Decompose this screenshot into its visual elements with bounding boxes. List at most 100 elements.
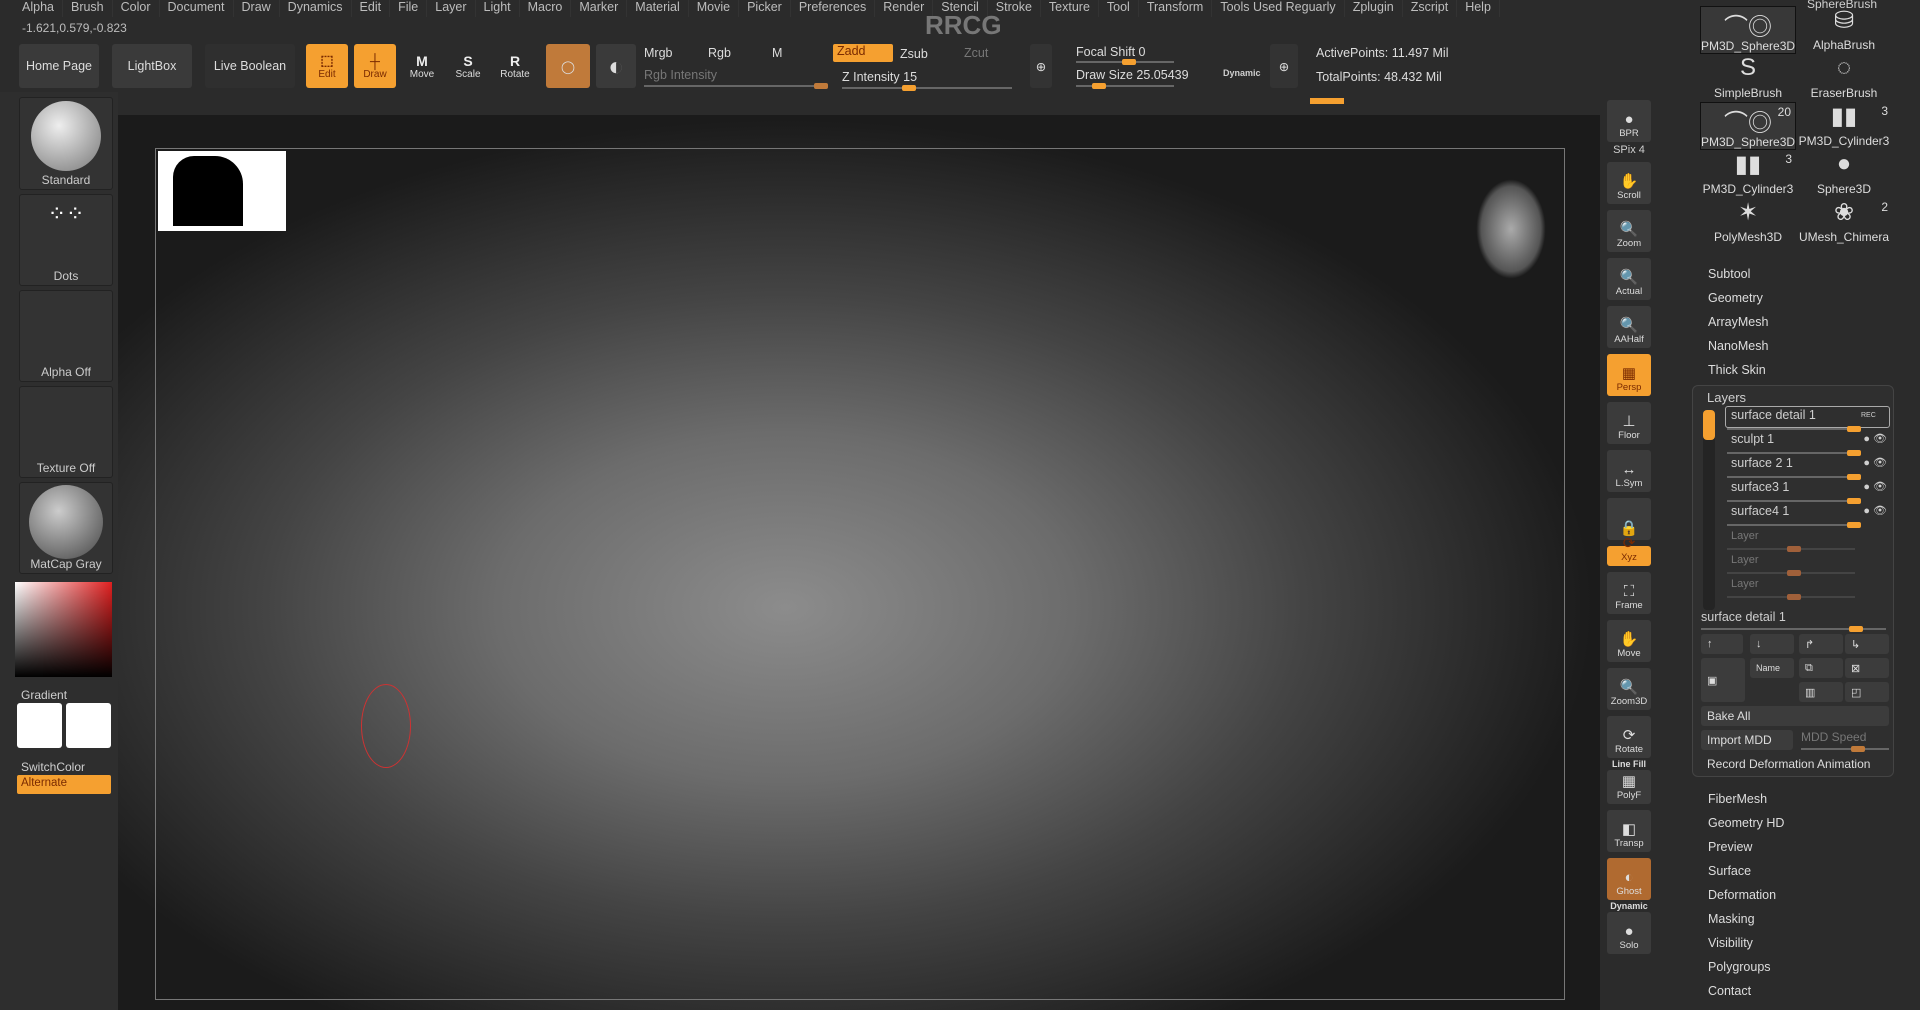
layers-scrollbar[interactable]: [1703, 410, 1715, 610]
rt-ghost-button[interactable]: ◐ Ghost: [1607, 858, 1651, 900]
menu-preferences[interactable]: Preferences: [791, 0, 876, 17]
layer-item[interactable]: surface4 1 ● 👁: [1727, 504, 1887, 528]
tool-thumbnail[interactable]: ● Sphere3D: [1796, 150, 1892, 198]
menu-geometry-hd[interactable]: Geometry HD: [1708, 816, 1784, 830]
move-button[interactable]: M Move: [402, 44, 442, 88]
eye-icon[interactable]: ● 👁: [1863, 456, 1887, 469]
orientation-head-icon[interactable]: [1476, 179, 1546, 279]
menu-polygroups[interactable]: Polygroups: [1708, 960, 1771, 974]
zadd-button[interactable]: Zadd: [833, 44, 893, 62]
brush-thumbnail[interactable]: Standard: [19, 97, 113, 190]
rt-solo-button[interactable]: ● Solo: [1607, 912, 1651, 954]
main-color-swatch[interactable]: [17, 703, 62, 748]
import-mdd-button[interactable]: Import MDD: [1701, 730, 1793, 750]
lightbox-button[interactable]: LightBox: [112, 44, 192, 88]
menu-tool[interactable]: Tool: [1099, 0, 1139, 17]
layer-item[interactable]: sculpt 1 ● 👁: [1727, 432, 1887, 456]
layer-item[interactable]: surface detail 1: [1727, 408, 1887, 432]
layer-slider[interactable]: [1727, 450, 1861, 456]
rgb-button[interactable]: Rgb: [708, 46, 731, 60]
rgb-intensity-slider[interactable]: [644, 83, 828, 89]
home-page-button[interactable]: Home Page: [19, 44, 99, 88]
move-down-button[interactable]: ↓: [1750, 634, 1794, 654]
eye-icon[interactable]: ● 👁: [1863, 480, 1887, 493]
scale-button[interactable]: S Scale: [448, 44, 488, 88]
empty-layer[interactable]: Layer: [1727, 552, 1887, 576]
document-viewport[interactable]: [155, 148, 1565, 1000]
mrgb-button[interactable]: Mrgb: [644, 46, 672, 60]
tool-thumbnail[interactable]: ❀ UMesh_Chimera 2: [1796, 198, 1892, 246]
menu-layer[interactable]: Layer: [427, 0, 476, 17]
menu-surface[interactable]: Surface: [1708, 864, 1751, 878]
zsub-button[interactable]: Zsub: [900, 47, 928, 61]
menu-alpha[interactable]: Alpha: [14, 0, 63, 17]
layer-slider[interactable]: [1727, 474, 1861, 480]
tool-thumbnail[interactable]: ⌒◎ PM3D_Sphere3D: [1700, 6, 1796, 54]
tool-thumbnail[interactable]: ▮▮ PM3D_Cylinder3 3: [1796, 102, 1892, 150]
material-thumbnail[interactable]: MatCap Gray: [19, 482, 113, 574]
tool-thumbnail[interactable]: S SimpleBrush: [1700, 54, 1796, 102]
draw-size-slider[interactable]: [1076, 83, 1174, 89]
rt-zoom3d-button[interactable]: 🔍 Zoom3D: [1607, 668, 1651, 710]
layer-slider[interactable]: [1727, 594, 1855, 600]
rt-transp-button[interactable]: ◧ Transp: [1607, 810, 1651, 852]
menu-edit[interactable]: Edit: [352, 0, 391, 17]
rt-scroll-button[interactable]: ✋ Scroll: [1607, 162, 1651, 204]
tool-thumbnail[interactable]: ⌒◎ PM3D_Sphere3D 20: [1700, 102, 1796, 150]
menu-movie[interactable]: Movie: [689, 0, 740, 17]
menu-texture[interactable]: Texture: [1041, 0, 1099, 17]
menu-arraymesh[interactable]: ArrayMesh: [1708, 315, 1768, 329]
rt-lsym-button[interactable]: ↔ L.Sym: [1607, 450, 1651, 492]
focal-shift-slider[interactable]: [1076, 59, 1174, 65]
layer-strength-slider[interactable]: [1701, 626, 1886, 632]
alpha-thumbnail[interactable]: Alpha Off: [19, 290, 113, 382]
layer-slider[interactable]: [1727, 546, 1855, 552]
menu-macro[interactable]: Macro: [520, 0, 572, 17]
rt-xyz-button[interactable]: ⟳ Xyz: [1607, 535, 1651, 566]
zcut-button[interactable]: Zcut: [964, 46, 988, 60]
new-layer-button[interactable]: ▣: [1701, 658, 1745, 702]
menu-transform[interactable]: Transform: [1139, 0, 1213, 17]
merge-down-button[interactable]: ↳: [1845, 634, 1889, 654]
stroke-thumbnail[interactable]: ⁘⁘ Dots: [19, 194, 113, 286]
rt-aahalf-button[interactable]: 🔍 AAHalf: [1607, 306, 1651, 348]
redo-arrow-button[interactable]: ↱: [1799, 634, 1843, 654]
rt-floor-button[interactable]: ⊥ Floor: [1607, 402, 1651, 444]
color-picker[interactable]: [15, 582, 112, 677]
mdd-speed-slider[interactable]: [1801, 746, 1889, 752]
rt-rotate-button[interactable]: ⟳ Rotate: [1607, 716, 1651, 758]
layer-item[interactable]: surface 2 1 ● 👁: [1727, 456, 1887, 480]
layer-slider[interactable]: [1727, 522, 1861, 528]
rt-zoom-button[interactable]: 🔍 Zoom: [1607, 210, 1651, 252]
menu-zplugin[interactable]: Zplugin: [1345, 0, 1403, 17]
rt-polyf-button[interactable]: ▦ PolyF: [1607, 770, 1651, 804]
dynamic-toggle[interactable]: Dynamic: [1223, 68, 1261, 78]
delete-button[interactable]: ⊠: [1845, 658, 1889, 678]
rt-bpr-button[interactable]: ● BPR: [1607, 100, 1651, 142]
menu-color[interactable]: Color: [113, 0, 160, 17]
menu-marker[interactable]: Marker: [571, 0, 628, 17]
stroke-d-icon[interactable]: ⊕: [1270, 44, 1298, 88]
menu-preview[interactable]: Preview: [1708, 840, 1752, 854]
menu-tools-used-reguarly[interactable]: Tools Used Reguarly: [1212, 0, 1345, 17]
rt-actual-button[interactable]: 🔍 Actual: [1607, 258, 1651, 300]
menu-deformation[interactable]: Deformation: [1708, 888, 1776, 902]
rt-frame-button[interactable]: ⛶ Frame: [1607, 572, 1651, 614]
menu-brush[interactable]: Brush: [63, 0, 113, 17]
live-boolean-button[interactable]: Live Boolean: [205, 44, 295, 88]
edit-button[interactable]: ⬚ Edit: [306, 44, 348, 88]
layer-slider[interactable]: [1727, 570, 1855, 576]
eye-icon[interactable]: ● 👁: [1863, 504, 1887, 517]
alternate-button[interactable]: Alternate: [17, 775, 111, 794]
name-button[interactable]: Name: [1750, 658, 1794, 678]
rt-move-button[interactable]: ✋ Move: [1607, 620, 1651, 662]
tool-thumbnail[interactable]: ✶ PolyMesh3D: [1700, 198, 1796, 246]
rotate-button[interactable]: R Rotate: [494, 44, 536, 88]
eye-icon[interactable]: ● 👁: [1863, 432, 1887, 445]
rt-persp-button[interactable]: ▦ Persp: [1607, 354, 1651, 396]
secondary-color-swatch[interactable]: [66, 703, 111, 748]
menu-document[interactable]: Document: [160, 0, 234, 17]
menu-file[interactable]: File: [390, 0, 428, 17]
texture-thumbnail[interactable]: Texture Off: [19, 386, 113, 478]
material-icon[interactable]: ◐: [596, 44, 636, 88]
